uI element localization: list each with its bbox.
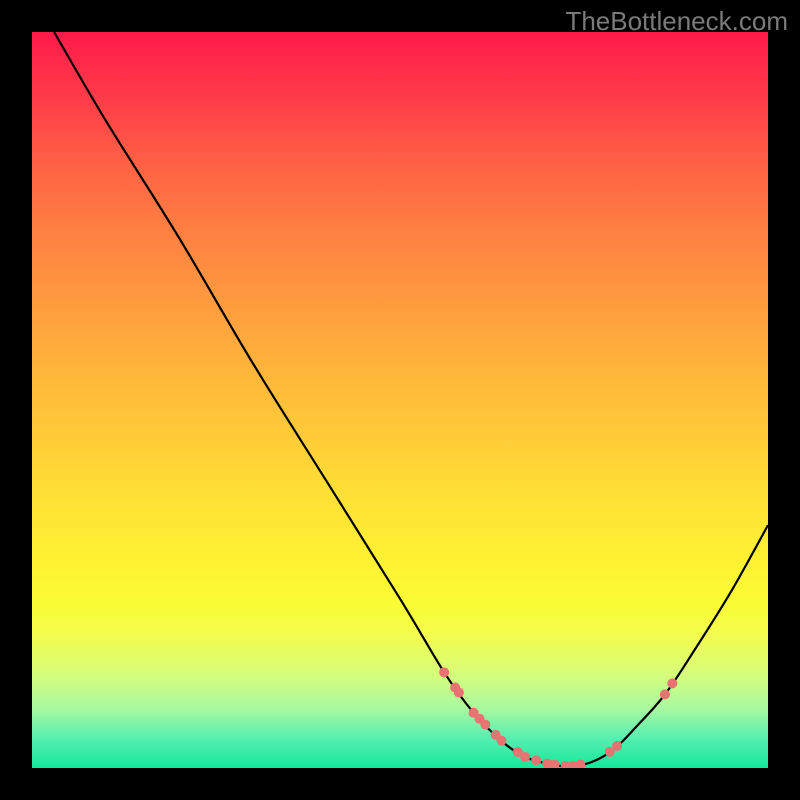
curve-marker [497,736,507,746]
chart-curve-layer [32,32,768,768]
watermark-text: TheBottleneck.com [565,6,788,37]
bottleneck-curve [54,32,768,767]
curve-marker [454,688,464,698]
chart-plot-area [32,32,768,768]
curve-marker [480,720,490,730]
curve-marker [531,755,541,765]
curve-sample-markers [439,667,677,768]
curve-marker [520,752,530,762]
curve-marker [612,741,622,751]
curve-marker [439,667,449,677]
curve-marker [667,678,677,688]
curve-marker [575,759,585,768]
curve-marker [660,689,670,699]
